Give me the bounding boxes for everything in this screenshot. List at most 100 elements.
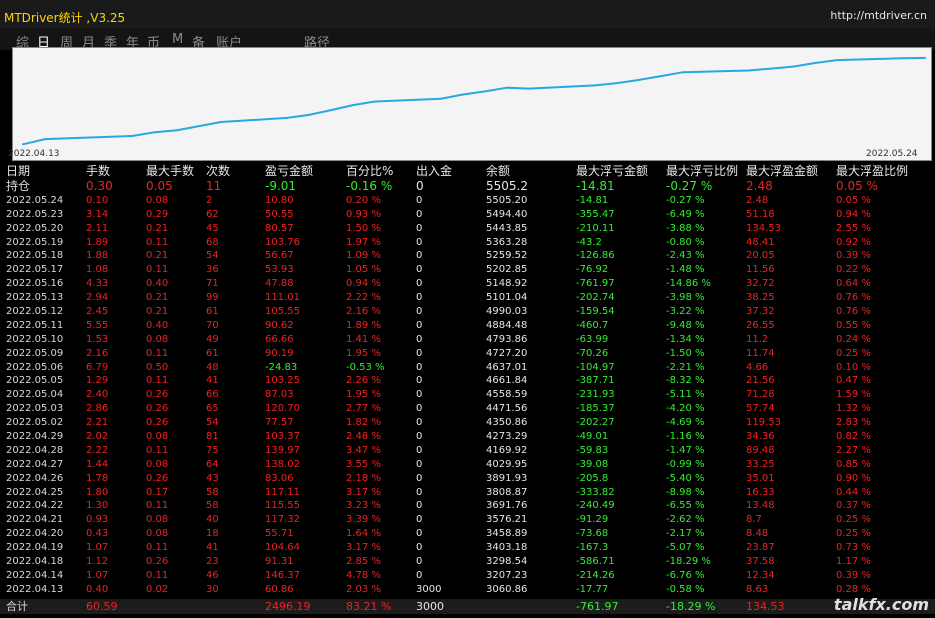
cell-col-11: 0.44 %: [836, 486, 871, 498]
cell-col-1: 2.45: [86, 306, 109, 318]
cell-col-1: 1.08: [86, 264, 109, 276]
cell-col-11: 0.10 %: [836, 361, 871, 373]
cell-col-5: 2.03 %: [346, 583, 381, 595]
cell-col-4: 103.37: [265, 431, 300, 443]
cell-col-3: 66: [206, 389, 219, 401]
table-row: 2022.05.10 1.53 0.08 49 66.66 1.41 % 0 4793.86 -…: [0, 333, 935, 347]
cell-col-0: 2022.05.06: [6, 361, 64, 373]
cell-col-10: 13.48: [746, 500, 775, 512]
holding-row: 持仓 0.30 0.05 11 -9.01 -0.16 % 0 5505.2 -14.81 -0.…: [0, 179, 935, 194]
equity-point: [792, 65, 794, 68]
cell-col-11: 1.32 %: [836, 403, 871, 415]
cell-col-2: 0.08: [146, 514, 169, 526]
cell-col-1: 1.80: [86, 486, 109, 498]
cell-col-6: 0: [416, 375, 423, 387]
cell-col-0: 2022.05.24: [6, 194, 64, 206]
cell-col-3: 36: [206, 264, 219, 276]
cell-col-5: 1.95 %: [346, 389, 381, 401]
cell-col-6: 0: [416, 292, 423, 304]
cell-col-11: 0.55 %: [836, 319, 871, 331]
cell-col-10: 8.48: [746, 528, 769, 540]
cell-col-0: 2022.05.17: [6, 264, 64, 276]
cell-col-1: 60.59: [86, 599, 118, 613]
cell-col-9: -1.47 %: [666, 444, 705, 456]
cell-col-11: 2.55 %: [836, 222, 871, 234]
cell-col-5: 1.41 %: [346, 333, 381, 345]
cell-col-7: 3298.54: [486, 556, 528, 568]
equity-point: [440, 97, 442, 100]
cell-col-3: 41: [206, 375, 219, 387]
cell-col-5: 3.23 %: [346, 500, 381, 512]
table-row: 2022.04.28 2.22 0.11 75 139.97 3.47 % 0 4169.92…: [0, 444, 935, 458]
table-header: 日期 手数 最大手数 次数 盈亏金额 百分比% 出入金 余额 最大浮亏金额 最大浮亏比例 最大浮盈金…: [0, 163, 935, 180]
app-url-link[interactable]: http://mtdriver.cn: [830, 9, 927, 22]
cell-col-8: -159.54: [576, 306, 615, 318]
table-row: 2022.05.23 3.14 0.29 62 50.55 0.93 % 0 5494.40 -…: [0, 208, 935, 222]
cell-col-9: -0.58 %: [666, 583, 705, 595]
equity-point: [770, 67, 772, 70]
cell-col-6: 0: [416, 222, 423, 234]
equity-point: [154, 131, 156, 134]
cell-col-4: 66.66: [265, 333, 294, 345]
equity-point: [286, 116, 288, 119]
cell-col-6: 0: [416, 472, 423, 484]
cell-col-6: 0: [416, 333, 423, 345]
cell-col-9: -0.80 %: [666, 236, 705, 248]
equity-point: [462, 93, 464, 96]
cell-col-0: 2022.04.27: [6, 458, 64, 470]
cell-col-5: 2.26 %: [346, 375, 381, 387]
cell-col-2: 0.26: [146, 389, 169, 401]
table-row: 2022.05.04 2.40 0.26 66 87.03 1.95 % 0 4558.59 -…: [0, 388, 935, 402]
cell-col-8: -91.29: [576, 514, 609, 526]
cell-col-5: 0.94 %: [346, 278, 381, 290]
cell-col-6: 0: [416, 208, 423, 220]
cell-col-4: 60.86: [265, 583, 294, 595]
cell-col-3: 99: [206, 292, 219, 304]
cell-col-6: 3000: [416, 583, 442, 595]
cell-col-9: -0.27 %: [666, 179, 713, 193]
cell-col-4: 47.88: [265, 278, 294, 290]
cell-col-7: 4471.56: [486, 403, 528, 415]
cell-col-5: 3.47 %: [346, 444, 381, 456]
equity-point: [44, 138, 46, 141]
table-row: 2022.04.21 0.93 0.08 40 117.32 3.39 % 0 3576.21…: [0, 513, 935, 527]
cell-col-10: 37.58: [746, 556, 775, 568]
tab-7[interactable]: M: [172, 32, 183, 47]
cell-col-0: 2022.04.29: [6, 431, 64, 443]
cell-col-1: 2.86: [86, 403, 109, 415]
cell-col-2: 0.26: [146, 556, 169, 568]
cell-col-10: 4.66: [746, 361, 769, 373]
cell-col-7: 5148.92: [486, 278, 528, 290]
cell-col-7: 5101.04: [486, 292, 528, 304]
cell-col-7: 5494.40: [486, 208, 528, 220]
cell-col-4: 55.71: [265, 528, 294, 540]
cell-col-2: 0.17: [146, 486, 169, 498]
cell-col-3: 30: [206, 583, 219, 595]
cell-col-5: 2.18 %: [346, 472, 381, 484]
equity-chart: [12, 47, 932, 161]
table-row: 2022.05.02 2.21 0.26 54 77.57 1.82 % 0 4350.86 -…: [0, 416, 935, 430]
cell-col-3: 58: [206, 486, 219, 498]
cell-col-7: 5202.85: [486, 264, 528, 276]
cell-col-6: 0: [416, 542, 423, 554]
cell-col-11: 0.76 %: [836, 292, 871, 304]
cell-col-1: 0.10: [86, 194, 109, 206]
cell-col-11: 0.76 %: [836, 306, 871, 318]
cell-col-0: 2022.05.10: [6, 333, 64, 345]
cell-col-1: 1.44: [86, 458, 109, 470]
cell-col-8: -333.82: [576, 486, 615, 498]
cell-col-0: 2022.05.11: [6, 319, 64, 331]
cell-col-11: 0.90 %: [836, 472, 871, 484]
cell-col-6: 0: [416, 556, 423, 568]
cell-col-1: 1.07: [86, 542, 109, 554]
cell-col-7: 4029.95: [486, 458, 528, 470]
cell-col-0: 2022.04.21: [6, 514, 64, 526]
cell-col-0: 2022.05.23: [6, 208, 64, 220]
cell-col-9: -2.17 %: [666, 528, 705, 540]
cell-col-5: 1.50 %: [346, 222, 381, 234]
cell-col-11: 0.24 %: [836, 333, 871, 345]
cell-col-5: 1.95 %: [346, 347, 381, 359]
cell-col-5: 3.17 %: [346, 486, 381, 498]
cell-col-1: 2.94: [86, 292, 109, 304]
cell-col-5: 1.89 %: [346, 319, 381, 331]
